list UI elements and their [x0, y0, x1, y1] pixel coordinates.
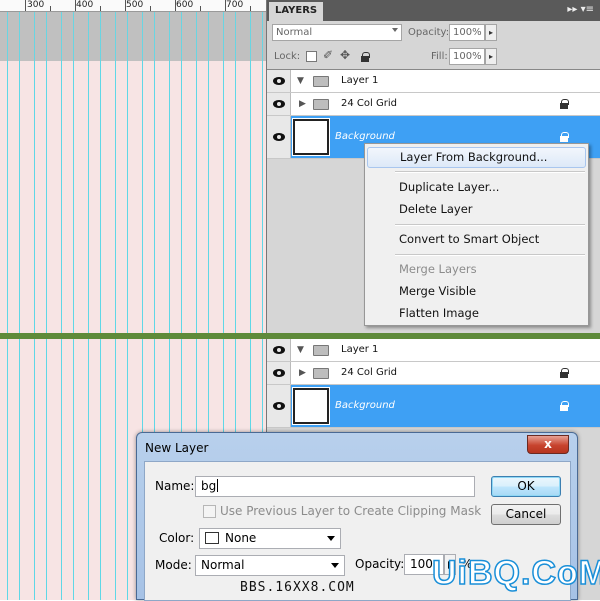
layer-row-selected[interactable]: Background [267, 385, 600, 428]
fill-field[interactable]: 100% [449, 48, 485, 65]
text-caret [217, 479, 219, 492]
chevron-down-icon [331, 563, 339, 568]
watermark-site: UiBQ.CoM [431, 553, 600, 593]
ruler-label: 700 [226, 0, 244, 10]
folder-icon [313, 345, 329, 356]
menu-separator [395, 224, 585, 226]
lock-icon [560, 368, 569, 378]
eye-icon [272, 100, 285, 108]
menu-item-layer-from-background[interactable]: Layer From Background... [367, 147, 586, 168]
layer-name: 24 Col Grid [341, 98, 397, 109]
close-button[interactable]: x [527, 435, 569, 454]
dialog-title: New Layer [145, 441, 209, 455]
lock-icon [560, 99, 569, 109]
fill-stepper[interactable]: ▸ [485, 48, 497, 65]
opacity-label: Opacity: [408, 27, 450, 38]
layer-row[interactable]: ▼ Layer 1 [267, 339, 600, 362]
menu-item-convert-to-smart-object[interactable]: Convert to Smart Object [367, 229, 586, 250]
watermark-bbs: BBS.16XX8.COM [240, 580, 355, 595]
visibility-toggle[interactable] [267, 362, 291, 384]
folder-icon [313, 368, 329, 379]
gray-header-band [0, 12, 266, 61]
layer-thumbnail [292, 387, 330, 425]
visibility-toggle[interactable] [267, 116, 291, 158]
visibility-toggle[interactable] [267, 93, 291, 115]
context-menu: Layer From Background... Duplicate Layer… [364, 143, 589, 326]
chevron-down-icon [392, 28, 398, 32]
expand-triangle-icon[interactable]: ▶ [299, 368, 306, 378]
ruler-label: 600 [176, 0, 194, 10]
blend-mode-value: Normal [276, 27, 313, 38]
ruler-label: 400 [76, 0, 94, 10]
lock-options-row: Lock: ✐ ✥ Fill: 100% ▸ [271, 48, 597, 68]
folder-icon [313, 76, 329, 87]
lock-icon [560, 401, 569, 411]
layer-name: Layer 1 [341, 75, 379, 86]
lock-label: Lock: [274, 51, 301, 62]
ok-button[interactable]: OK [491, 476, 561, 497]
blend-mode-select[interactable]: Normal [272, 24, 402, 41]
opacity-label: Opacity: [355, 557, 405, 571]
visibility-toggle[interactable] [267, 339, 291, 361]
eye-icon [272, 346, 285, 354]
fill-label: Fill: [431, 51, 448, 62]
name-input[interactable]: bg [195, 476, 475, 497]
expand-triangle-icon[interactable]: ▶ [299, 99, 306, 109]
color-swatch-icon [205, 532, 219, 544]
name-value: bg [201, 479, 217, 493]
mode-select[interactable]: Normal [195, 555, 345, 576]
clipping-mask-label: Use Previous Layer to Create Clipping Ma… [220, 504, 482, 518]
mode-label: Mode: [155, 558, 192, 572]
layers-list: ▼ Layer 1 ▶ 24 Col Grid Background [267, 339, 600, 428]
layer-name: 24 Col Grid [341, 367, 397, 378]
menu-item-merge-layers: Merge Layers [399, 262, 477, 276]
ruler-label: 300 [27, 0, 45, 10]
eye-icon [272, 402, 285, 410]
menu-item-duplicate-layer[interactable]: Duplicate Layer... [367, 177, 586, 198]
collapse-triangle-icon[interactable]: ▼ [297, 76, 304, 86]
menu-item-flatten-image[interactable]: Flatten Image [367, 303, 586, 324]
chevron-down-icon [327, 536, 335, 541]
tab-layers[interactable]: LAYERS [269, 2, 324, 21]
layer-name: Layer 1 [341, 344, 379, 355]
color-label: Color: [159, 531, 195, 545]
lock-all-icon[interactable] [361, 52, 370, 62]
collapse-triangle-icon[interactable]: ▼ [297, 345, 304, 355]
clipping-mask-checkbox [203, 505, 216, 518]
color-value: None [225, 531, 257, 545]
horizontal-ruler[interactable]: 300 400 500 600 700 [0, 0, 266, 12]
layer-thumbnail [292, 118, 330, 156]
opacity-field[interactable]: 100% [449, 24, 485, 41]
menu-separator [395, 254, 585, 256]
layer-name: Background [335, 131, 395, 142]
visibility-toggle[interactable] [267, 70, 291, 92]
lock-icon [560, 132, 569, 142]
layer-row[interactable]: ▶ 24 Col Grid [267, 362, 600, 385]
eye-icon [272, 133, 285, 141]
panel-tab-bar: LAYERS ▸▸ ▾≡ [267, 0, 600, 21]
mode-value: Normal [201, 558, 245, 572]
ruler-label: 500 [126, 0, 144, 10]
lock-transparent-icon[interactable] [306, 51, 317, 62]
opacity-stepper[interactable]: ▸ [485, 24, 497, 41]
menu-item-merge-visible[interactable]: Merge Visible [367, 281, 586, 302]
color-select[interactable]: None [199, 528, 341, 549]
visibility-toggle[interactable] [267, 385, 291, 427]
cancel-button[interactable]: Cancel [491, 504, 561, 525]
panel-menu-icon[interactable]: ▸▸ ▾≡ [567, 4, 594, 15]
layer-row[interactable]: ▶ 24 Col Grid [267, 93, 600, 116]
document-canvas[interactable]: 300 400 500 600 700 [0, 0, 266, 333]
move-icon[interactable]: ✥ [340, 48, 350, 62]
layer-row[interactable]: ▼ Layer 1 [267, 70, 600, 93]
brush-icon[interactable]: ✐ [323, 48, 333, 62]
blend-options-row: Normal Opacity: 100% ▸ [271, 23, 597, 43]
eye-icon [272, 369, 285, 377]
menu-separator [395, 171, 585, 173]
name-label: Name: [155, 479, 195, 493]
layer-name: Background [335, 400, 395, 411]
folder-icon [313, 99, 329, 110]
menu-item-delete-layer[interactable]: Delete Layer [367, 199, 586, 220]
eye-icon [272, 77, 285, 85]
